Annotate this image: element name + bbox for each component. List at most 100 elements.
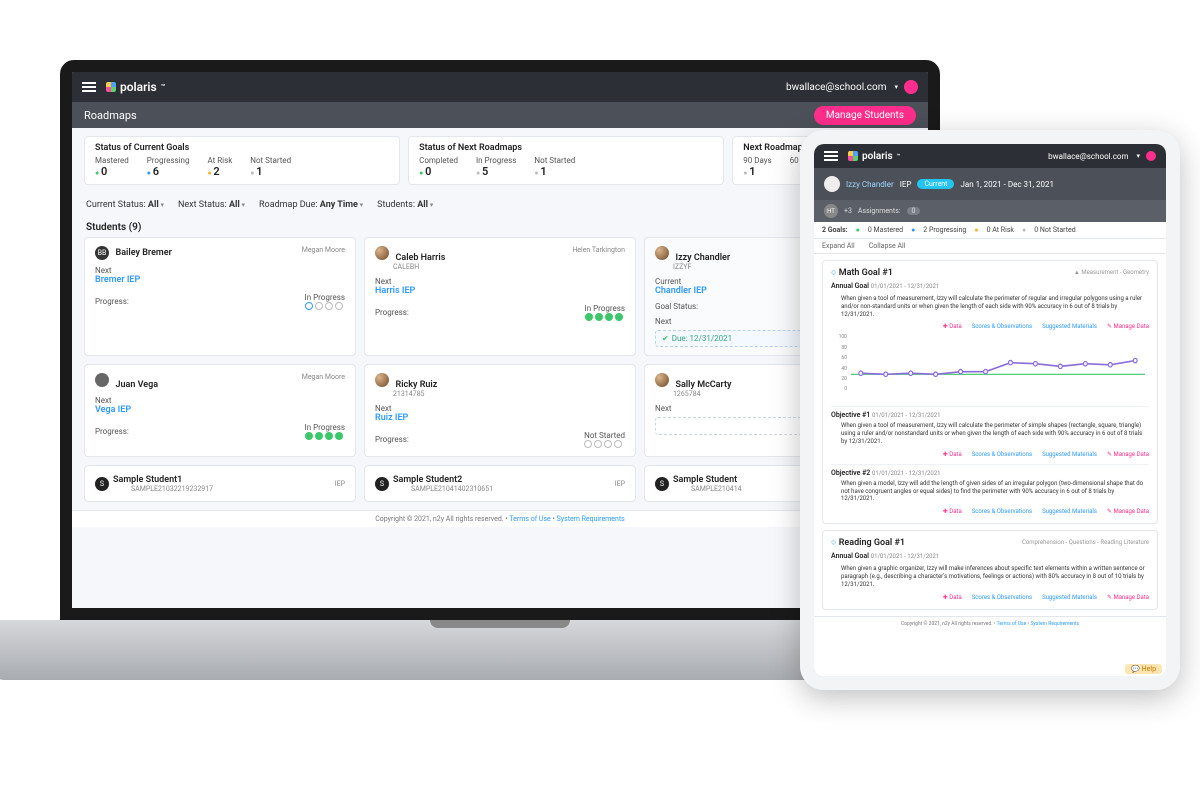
student-card[interactable]: Juan Vega Megan Moore Next Vega IEP Prog…	[84, 364, 356, 457]
date-range: Jan 1, 2021 - Dec 31, 2021	[960, 180, 1054, 189]
check-icon: ✔	[662, 334, 669, 343]
progress-dots	[584, 440, 625, 448]
manage-link[interactable]: ✎ Manage Data	[1107, 594, 1149, 601]
student-card[interactable]: BB Bailey Bremer Megan Moore Next Bremer…	[84, 237, 356, 356]
plus-count: +3	[844, 207, 852, 215]
status-pill: Current	[917, 179, 954, 189]
student-name: Caleb Harris	[395, 253, 445, 263]
box-title: Status of Next Roadmaps	[419, 143, 713, 153]
stat-label: 90 Days	[743, 156, 771, 165]
filter-roadmap-due[interactable]: Roadmap Due: Any Time	[259, 200, 363, 210]
materials-link[interactable]: Suggested Materials	[1042, 594, 1097, 601]
avatar: BB	[95, 246, 109, 260]
student-name: Sally McCarty	[675, 380, 731, 390]
scores-link[interactable]: Scores & Observations	[972, 451, 1032, 458]
student-card[interactable]: S Sample Student1 SAMPLE21032219232917 I…	[84, 465, 356, 502]
chevron-down-icon: ▾	[894, 83, 898, 91]
heart-icon[interactable]	[904, 80, 918, 94]
iep-link[interactable]: Bremer IEP	[95, 275, 345, 285]
iep-link[interactable]: Ruiz IEP	[375, 413, 625, 423]
terms-link[interactable]: Terms of Use	[997, 621, 1027, 627]
assignment-bar: HT +3 Assignments: 0	[814, 200, 1166, 222]
brand: polaris™	[848, 151, 900, 162]
page-title: Roadmaps	[84, 109, 137, 122]
footer: Copyright © 2021, n2y All rights reserve…	[814, 616, 1166, 631]
materials-link[interactable]: Suggested Materials	[1042, 323, 1097, 330]
stat-label: In Progress	[476, 156, 516, 165]
manage-link[interactable]: ✎ Manage Data	[1107, 323, 1149, 330]
progress-chart: 100806040200	[831, 332, 1149, 402]
progress-dots	[305, 302, 345, 310]
sysreq-link[interactable]: System Requirements	[557, 515, 625, 523]
student-name: Ricky Ruiz	[395, 380, 437, 390]
avatar: S	[95, 477, 109, 491]
iep-link[interactable]: Harris IEP	[375, 286, 625, 296]
stat-label: Mastered	[95, 156, 129, 165]
menu-icon[interactable]	[82, 82, 96, 92]
avatar	[655, 373, 669, 387]
objective-text: When given a tool of measurement, Izzy w…	[831, 419, 1149, 448]
stat-label: Completed	[419, 156, 458, 165]
student-card[interactable]: Ricky Ruiz 21314785 Next Ruiz IEP Progre…	[364, 364, 636, 457]
brand-icon	[106, 82, 116, 92]
avatar	[824, 176, 840, 192]
sysreq-link[interactable]: System Requirements	[1030, 621, 1079, 627]
annual-goal-text: When given a tool of measurement, Izzy w…	[831, 292, 1149, 321]
tablet-app: polaris™ bwallace@school.com ▾ Izzy Chan…	[814, 144, 1166, 676]
filter-students[interactable]: Students: All	[377, 200, 433, 210]
filter-current-status[interactable]: Current Status: All	[86, 200, 164, 210]
objective-2: Objective #2 01/01/2021 - 12/31/2021 Whe…	[831, 464, 1149, 517]
student-card[interactable]: S Sample Student2 SAMPLE21041402310651 I…	[364, 465, 636, 502]
student-id: SAMPLE21041402310651	[411, 485, 493, 493]
avatar	[655, 246, 669, 260]
scores-link[interactable]: Scores & Observations	[972, 323, 1032, 330]
student-name: Izzy Chandler	[675, 253, 730, 263]
materials-link[interactable]: Suggested Materials	[1042, 508, 1097, 515]
stat-value: 6	[147, 165, 190, 178]
data-link[interactable]: ✚ Data	[943, 594, 962, 601]
stat-label: Not Started	[250, 156, 291, 165]
collapse-all[interactable]: Collapse All	[869, 242, 906, 250]
iep-badge: IEP	[335, 480, 345, 488]
stat-label: 60	[790, 156, 799, 165]
filter-next-status[interactable]: Next Status: All	[178, 200, 245, 210]
topbar: polaris™ bwallace@school.com ▾	[72, 72, 928, 102]
scores-link[interactable]: Scores & Observations	[972, 594, 1032, 601]
manage-students-button[interactable]: Manage Students	[814, 106, 916, 125]
stat-value: 1	[534, 165, 575, 178]
manage-link[interactable]: ✎ Manage Data	[1107, 508, 1149, 515]
goal-title: Reading Goal #1	[839, 538, 905, 548]
heart-icon[interactable]	[1146, 151, 1156, 161]
objective-text: When given a model, Izzy will add the le…	[831, 477, 1149, 506]
stat-value: 0	[95, 165, 129, 178]
student-header: Izzy Chandler IEP Current Jan 1, 2021 - …	[814, 168, 1166, 200]
menu-icon[interactable]	[824, 151, 838, 161]
box-next-roadmaps: Status of Next Roadmaps Completed0 In Pr…	[408, 136, 724, 185]
iep-badge: IEP	[615, 480, 625, 488]
data-link[interactable]: ✚ Data	[943, 451, 962, 458]
chevron-down-icon: ▾	[1136, 152, 1140, 160]
data-link[interactable]: ✚ Data	[943, 323, 962, 330]
objective-1: Objective #1 01/01/2021 - 12/31/2021 Whe…	[831, 406, 1149, 459]
stat-label: Not Started	[534, 156, 575, 165]
next-label: Next	[95, 266, 345, 275]
iep-link[interactable]: Vega IEP	[95, 405, 345, 415]
manage-link[interactable]: ✎ Manage Data	[1107, 451, 1149, 458]
data-link[interactable]: ✚ Data	[943, 508, 962, 515]
terms-link[interactable]: Terms of Use	[509, 515, 550, 523]
user-menu[interactable]: bwallace@school.com ▾	[1048, 151, 1156, 161]
help-button[interactable]: 💬 Help	[1125, 664, 1162, 674]
materials-link[interactable]: Suggested Materials	[1042, 451, 1097, 458]
student-name[interactable]: Izzy Chandler	[846, 180, 894, 189]
expand-all[interactable]: Expand All	[822, 242, 855, 250]
y-axis: 100806040200	[831, 332, 849, 402]
goal-tag: Measurement - Geometry	[1081, 269, 1149, 276]
scores-link[interactable]: Scores & Observations	[972, 508, 1032, 515]
student-card[interactable]: Caleb Harris CALEBH Helen Tarkington Nex…	[364, 237, 636, 356]
user-menu[interactable]: bwallace@school.com ▾	[786, 80, 918, 94]
page-header: Roadmaps Manage Students	[72, 102, 928, 128]
student-id: 21314785	[393, 390, 625, 398]
user-email: bwallace@school.com	[786, 82, 886, 93]
brand-icon	[848, 151, 858, 161]
user-icon: ▲	[1074, 269, 1080, 276]
